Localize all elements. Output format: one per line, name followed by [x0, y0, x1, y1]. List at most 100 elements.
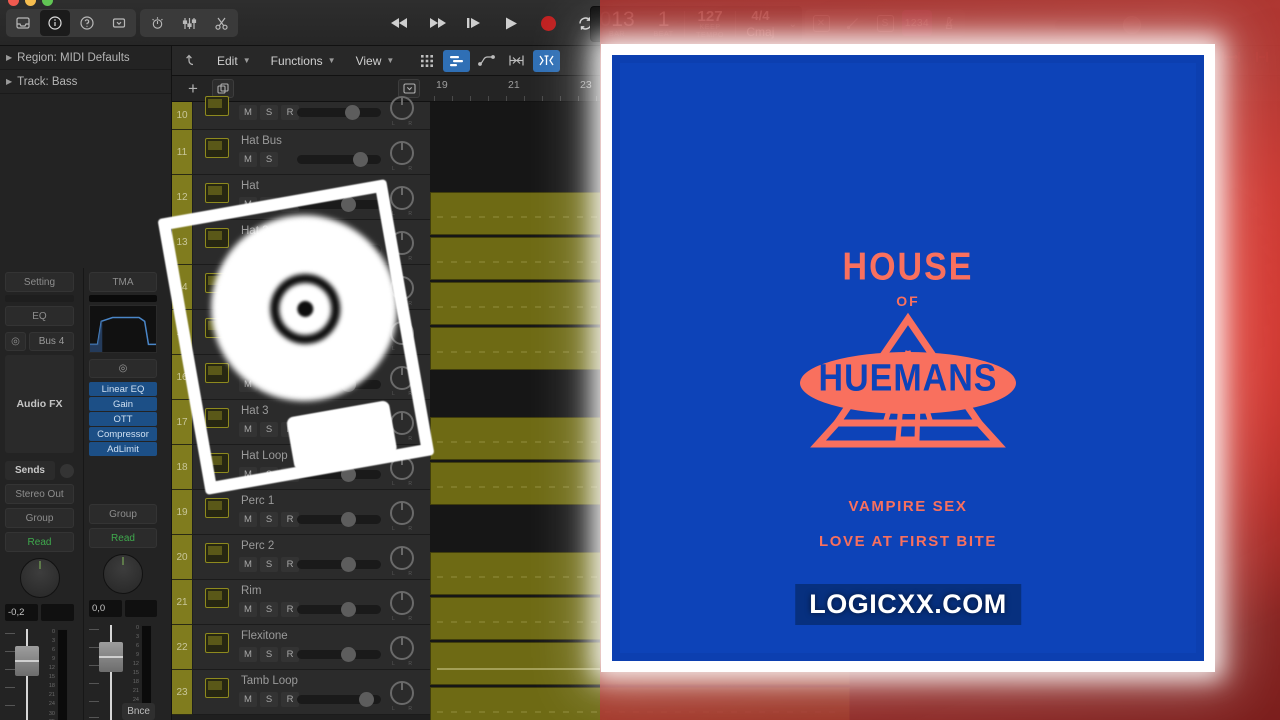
track-number[interactable]: 17 — [172, 400, 192, 445]
minimize-icon[interactable] — [25, 0, 36, 6]
mute-button[interactable]: M — [239, 152, 257, 167]
track-number[interactable]: 22 — [172, 625, 192, 670]
track-name[interactable]: Perc 2 — [241, 540, 274, 552]
group-button[interactable]: Group — [89, 504, 157, 524]
mute-button[interactable]: M — [239, 557, 257, 572]
table-row[interactable]: Tamb Loop M S R LR — [193, 670, 430, 715]
solo-button[interactable]: S — [260, 602, 278, 617]
volume-value[interactable] — [124, 600, 157, 617]
track-number[interactable]: 23 — [172, 670, 192, 715]
automation-curve-icon[interactable] — [473, 50, 500, 72]
rewind-button[interactable] — [385, 10, 415, 36]
inspector-info-icon[interactable] — [40, 10, 70, 36]
track-number[interactable]: 20 — [172, 535, 192, 580]
track-volume-slider[interactable] — [297, 512, 381, 527]
track-name[interactable]: Tamb Loop — [241, 675, 298, 687]
instrument-icon[interactable] — [205, 498, 229, 518]
mute-button[interactable]: M — [239, 692, 257, 707]
volume-fader[interactable] — [99, 642, 123, 672]
instrument-icon[interactable] — [205, 543, 229, 563]
plugin-slot[interactable]: Gain — [89, 397, 157, 411]
output-button[interactable]: Stereo Out — [5, 484, 74, 504]
solo-button[interactable]: S — [260, 692, 278, 707]
instrument-icon[interactable] — [205, 183, 229, 203]
volume-fader[interactable] — [15, 646, 39, 676]
pan-knob[interactable]: LR — [390, 501, 414, 532]
volume-value[interactable] — [41, 604, 74, 621]
track-volume-slider[interactable] — [297, 105, 381, 120]
track-name[interactable]: Rim — [241, 585, 261, 597]
flex-time-icon[interactable] — [503, 50, 530, 72]
add-track-button[interactable]: + — [182, 79, 204, 98]
track-volume-thumb[interactable] — [341, 512, 356, 527]
forward-button[interactable] — [422, 10, 452, 36]
record-button[interactable] — [533, 10, 563, 36]
track-volume-thumb[interactable] — [341, 557, 356, 572]
automation-mode-button[interactable]: Read — [5, 532, 74, 552]
pan-knob[interactable]: LR — [390, 681, 414, 712]
stereo-link-icon[interactable]: ◎ — [89, 359, 157, 378]
pan-value[interactable]: 0,0 — [89, 600, 122, 617]
eq-button[interactable]: EQ — [5, 306, 74, 326]
menu-view[interactable]: View ▼ — [347, 50, 404, 72]
plugin-slot[interactable]: AdLimit — [89, 442, 157, 456]
track-number[interactable]: 21 — [172, 580, 192, 625]
group-button[interactable]: Group — [5, 508, 74, 528]
sends-label[interactable]: Sends — [5, 461, 55, 480]
pan-knob[interactable]: LR — [390, 141, 414, 172]
pan-knob[interactable]: LR — [390, 546, 414, 577]
undo-arrow-icon[interactable] — [178, 50, 206, 72]
instrument-icon[interactable] — [205, 678, 229, 698]
audio-fx-slot[interactable]: Audio FX — [5, 355, 74, 453]
table-row[interactable]: M S R LR — [193, 96, 430, 130]
track-volume-slider[interactable] — [297, 557, 381, 572]
instrument-icon[interactable] — [205, 588, 229, 608]
eq-thumbnail[interactable] — [5, 295, 74, 302]
track-number[interactable]: 18 — [172, 445, 192, 490]
setting-button[interactable]: Setting — [5, 272, 74, 292]
table-row[interactable]: Rim M S R LR — [193, 580, 430, 625]
zoom-icon[interactable] — [42, 0, 53, 6]
track-volume-thumb[interactable] — [353, 152, 368, 167]
instrument-icon[interactable] — [205, 96, 229, 116]
inspector-region-header[interactable]: ▶ Region: MIDI Defaults — [0, 46, 171, 70]
list-view-icon[interactable] — [443, 49, 471, 72]
solo-button[interactable]: S — [260, 152, 278, 167]
plugin-slot[interactable]: Linear EQ — [89, 382, 157, 396]
send-knob[interactable] — [60, 463, 74, 478]
table-row[interactable]: Flexitone M S R LR — [193, 625, 430, 670]
plugin-slot[interactable]: OTT — [89, 412, 157, 426]
editors-scissors-icon[interactable] — [206, 10, 236, 36]
setting-button[interactable]: TMA — [89, 272, 157, 292]
mute-button[interactable]: M — [239, 647, 257, 662]
menu-edit[interactable]: Edit ▼ — [208, 50, 260, 72]
track-volume-slider[interactable] — [297, 692, 381, 707]
disclosure-triangle-icon[interactable]: ▶ — [6, 53, 12, 62]
table-row[interactable]: Hat Bus M S LR — [193, 130, 430, 175]
quick-help-icon[interactable] — [72, 10, 102, 36]
fader-track[interactable] — [110, 625, 112, 720]
track-volume-thumb[interactable] — [341, 602, 356, 617]
bounce-button[interactable]: Bnce — [122, 703, 155, 720]
track-name[interactable]: Hat Bus — [241, 135, 282, 147]
play-button[interactable] — [496, 10, 526, 36]
smart-controls-icon[interactable] — [142, 10, 172, 36]
eq-thumbnail-graph[interactable] — [89, 305, 157, 353]
bus-label[interactable]: Bus 4 — [29, 332, 74, 351]
disclosure-triangle-icon[interactable]: ▶ — [6, 77, 12, 86]
mute-button[interactable]: M — [239, 602, 257, 617]
track-name[interactable]: Perc 1 — [241, 495, 274, 507]
track-name[interactable]: Flexitone — [241, 630, 288, 642]
grid-view-icon[interactable] — [413, 50, 440, 72]
solo-button[interactable]: S — [260, 647, 278, 662]
pan-knob[interactable] — [103, 554, 143, 594]
track-volume-thumb[interactable] — [359, 692, 374, 707]
mixer-icon[interactable] — [174, 10, 204, 36]
track-volume-slider[interactable] — [297, 647, 381, 662]
track-volume-thumb[interactable] — [345, 105, 360, 120]
library-icon[interactable] — [8, 10, 38, 36]
inspector-track-header[interactable]: ▶ Track: Bass — [0, 70, 171, 94]
table-row[interactable]: Perc 1 M S R LR — [193, 490, 430, 535]
solo-button[interactable]: S — [260, 557, 278, 572]
track-volume-slider[interactable] — [297, 152, 381, 167]
